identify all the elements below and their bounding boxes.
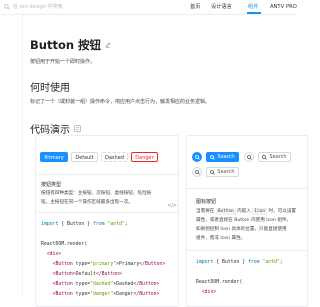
- code-line: import { Button } from "antd";: [41, 222, 128, 227]
- card-divider: [36, 174, 178, 175]
- nav-home[interactable]: 首页: [190, 3, 200, 11]
- demo-description-line: 按钮有四种类型：主按钮、次按钮、虚线按钮、危险按: [41, 191, 152, 196]
- circle-search-button[interactable]: [244, 152, 254, 162]
- search-box[interactable]: 在 ant.design 中搜索: [4, 3, 63, 11]
- card-divider: [187, 250, 307, 251]
- demos-heading-row: 代码演示: [30, 121, 81, 136]
- demo-description-line: 属性，或者直接在 Button 内使用 Icon 组件。: [196, 218, 292, 223]
- nav-pro[interactable]: PRO: [286, 3, 297, 11]
- nav-antv[interactable]: ANTV: [270, 3, 284, 11]
- nav-design-language[interactable]: 设计语言: [211, 3, 232, 11]
- search-button-label: Search: [269, 154, 287, 160]
- demo-label: 图标按钮: [196, 199, 217, 205]
- edit-icon[interactable]: [105, 42, 111, 48]
- code-toggle-icon[interactable]: </>: [167, 203, 177, 209]
- search-input[interactable]: 在 ant.design 中搜索: [13, 3, 63, 11]
- code-block: import { Button } from "antd"; ReactDOM.…: [196, 258, 283, 298]
- circle-search-button-primary[interactable]: [192, 152, 202, 162]
- danger-button[interactable]: Danger: [131, 152, 158, 162]
- nav-components[interactable]: 组件: [248, 3, 258, 11]
- demo-description-line: 当需要在 Button 内嵌入 Icon 时，可以设置: [196, 208, 297, 215]
- search-button-default-2[interactable]: Search: [206, 167, 239, 177]
- circle-search-button-2[interactable]: [192, 167, 202, 177]
- search-icon: [246, 154, 252, 160]
- search-button-default[interactable]: Search: [258, 152, 291, 162]
- demo-description: 按钮有四种类型：主按钮、次按钮、虚线按钮、危险按 钮。主按钮在同一个操作区域最多…: [41, 189, 151, 207]
- demo-card-icon-button: Search Search Search 图标按钮 当需要在 Button 内嵌…: [186, 135, 308, 307]
- demo-description: 当需要在 Button 内嵌入 Icon 时，可以设置 属性，或者直接在 But…: [196, 207, 296, 243]
- demo-description-line: 如果想控制 Icon 具体的位置，只能直接使用: [196, 227, 287, 232]
- code-line: import { Button } from "antd";: [196, 260, 283, 265]
- code-line: <Button type="danger">Danger</Button>: [52, 292, 160, 297]
- code-line: ReactDOM.render(: [41, 242, 88, 247]
- demo-label: 按钮类型: [41, 182, 62, 188]
- search-icon: [4, 4, 10, 10]
- search-button-label: Search: [217, 169, 235, 175]
- code-line: <Button type="dashed">Dashed</Button>: [52, 282, 160, 287]
- demo-card-button-type: Primary Default Dashed Danger 按钮类型 按钮有四种…: [35, 135, 179, 307]
- page-intro: 按钮用于开始一个即时操作。: [30, 59, 96, 65]
- sidebar-divider: [22, 14, 23, 297]
- search-icon: [262, 154, 268, 160]
- code-block: import { Button } from "antd"; ReactDOM.…: [41, 220, 165, 300]
- demo-description-line: 钮。主按钮在同一个操作区域最多出现一次。: [41, 200, 133, 205]
- code-line: <Button type="primary">Primary</Button>: [52, 262, 166, 267]
- page-title: Button 按钮: [30, 38, 102, 52]
- default-button[interactable]: Default: [71, 152, 98, 162]
- when-to-use-description: 标记了一个（或封装一组）操作命令，响应用户点击行为，触发相应的业务逻辑。: [30, 99, 211, 105]
- code-line: <Button>Default</Button>: [52, 272, 122, 277]
- nav-active-indicator: [247, 12, 261, 14]
- card-divider: [36, 212, 178, 213]
- demo-description-line: 组件，而非 Icon 属性。: [196, 236, 246, 241]
- code-line: ReactDOM.render(: [196, 280, 243, 285]
- search-icon: [194, 154, 200, 160]
- when-to-use-heading: 何时使用: [30, 83, 70, 94]
- search-icon: [194, 169, 200, 175]
- page-title-row: Button 按钮: [30, 37, 111, 53]
- expand-code-icon[interactable]: [74, 125, 81, 132]
- code-line: <div>: [46, 252, 62, 257]
- top-header: 在 ant.design 中搜索 首页 设计语言 组件 ANTV PRO: [0, 0, 297, 15]
- primary-button[interactable]: Primary: [40, 152, 68, 162]
- card-divider: [187, 188, 307, 189]
- demos-heading: 代码演示: [30, 125, 70, 136]
- dashed-button[interactable]: Dashed: [101, 152, 128, 162]
- search-button-label: Search: [217, 154, 235, 160]
- search-icon: [210, 169, 216, 175]
- search-button-primary[interactable]: Search: [206, 152, 239, 162]
- search-icon: [210, 154, 216, 160]
